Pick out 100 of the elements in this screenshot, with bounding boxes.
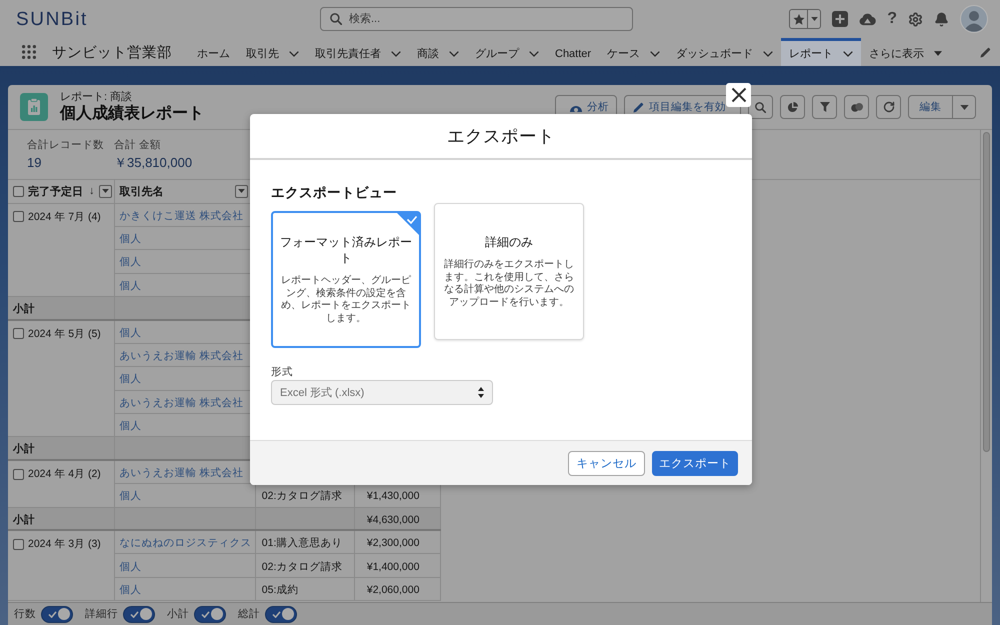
caret-down-icon <box>810 17 818 21</box>
edit-button[interactable]: 編集 <box>908 95 953 119</box>
group-label: 2024 年 3月 (3) <box>28 537 101 552</box>
settings-icon[interactable] <box>908 12 923 26</box>
nav-tab[interactable]: 取引先責任者 <box>307 38 409 66</box>
search-icon <box>330 13 342 25</box>
column-menu-button[interactable] <box>234 184 248 198</box>
checkbox[interactable] <box>13 186 24 197</box>
app-name: サンビット営業部 <box>52 44 172 62</box>
nav-tab[interactable]: レポート <box>781 38 862 66</box>
up-down-arrows-icon <box>478 387 484 398</box>
favorites-button[interactable] <box>789 9 808 29</box>
subtotal-label: 小計 <box>13 303 35 315</box>
toggle-switch[interactable] <box>194 606 226 622</box>
switch-knob <box>211 608 223 620</box>
search-icon <box>755 102 766 112</box>
checkbox[interactable] <box>13 538 24 550</box>
pie-chart-icon <box>787 102 798 112</box>
account-link[interactable]: 個人 <box>120 490 142 502</box>
account-link[interactable]: 個人 <box>120 233 142 246</box>
group-label: 2024 年 7月 (4) <box>28 210 101 224</box>
account-link[interactable]: 個人 <box>120 256 142 268</box>
column-menu-button[interactable] <box>98 184 112 198</box>
table-cell: 02:カタログ請求 <box>262 490 342 502</box>
account-link[interactable]: 個人 <box>120 280 142 292</box>
help-button[interactable]: ? <box>887 11 897 27</box>
caret-down-icon <box>934 51 942 56</box>
group-label: 2024 年 4月 (2) <box>28 467 101 482</box>
switch-knob <box>58 608 70 620</box>
amount-cell: ¥2,060,000 <box>366 584 420 596</box>
account-link[interactable]: 個人 <box>120 420 142 432</box>
cancel-button[interactable]: キャンセル <box>568 450 645 476</box>
favorites-menu-button[interactable] <box>807 9 822 29</box>
scrollbar-thumb[interactable] <box>983 132 990 452</box>
app-launcher-icon[interactable] <box>22 45 36 59</box>
star-icon <box>792 14 805 24</box>
toggle-switch[interactable] <box>41 606 73 622</box>
report-type-label: レポート: 商談 <box>60 90 134 104</box>
refresh-icon <box>882 101 894 113</box>
refresh-button[interactable] <box>876 95 901 119</box>
section-title: エクスポートビュー <box>271 184 398 201</box>
checkbox[interactable] <box>13 468 24 480</box>
account-link[interactable]: 個人 <box>120 584 142 596</box>
amount-cell: ¥1,430,000 <box>366 490 420 502</box>
switch-knob <box>140 608 152 620</box>
option-description: レポートヘッダー、グルーピング、検索条件の設定を含め、レポートをエクスポートします。 <box>280 275 412 325</box>
bell-icon[interactable] <box>934 12 949 26</box>
pencil-icon[interactable] <box>980 46 991 58</box>
logo: SUNBit <box>16 10 86 28</box>
filter-icon <box>820 102 830 112</box>
avatar-icon[interactable] <box>960 5 988 33</box>
checkbox[interactable] <box>13 211 24 222</box>
nav-tab[interactable]: ダッシュボード <box>668 38 782 66</box>
toggle-label: 小計 <box>167 607 189 621</box>
filter-button[interactable] <box>812 95 837 119</box>
check-icon <box>130 610 139 618</box>
nav-tab[interactable]: ケース <box>599 38 668 66</box>
nav-tab[interactable]: ホーム <box>189 38 238 66</box>
group-label: 2024 年 5月 (5) <box>28 326 101 341</box>
cloud-icon[interactable] <box>859 12 876 26</box>
plus-icon[interactable] <box>832 11 848 27</box>
close-icon <box>730 87 746 103</box>
export-button[interactable]: エクスポート <box>652 450 738 476</box>
account-link[interactable]: 個人 <box>120 373 142 386</box>
close-button[interactable] <box>726 83 751 107</box>
dialog-title: エクスポート <box>447 125 555 148</box>
nav-tab[interactable]: 取引先 <box>238 38 307 66</box>
nav-tab[interactable]: 商談 <box>409 38 467 66</box>
circles-button[interactable] <box>844 95 869 119</box>
amount-cell: ¥2,300,000 <box>366 537 420 550</box>
column-header[interactable]: 完了予定日 <box>28 184 83 199</box>
sort-indicator: ↓ <box>89 185 94 198</box>
nav-tab[interactable]: グループ <box>467 38 547 66</box>
check-icon <box>48 610 57 618</box>
toggle-label: 総計 <box>238 607 260 621</box>
account-link[interactable]: 個人 <box>120 560 142 573</box>
summary-value: 19 <box>27 155 42 171</box>
account-link[interactable]: 個人 <box>120 326 142 339</box>
export-option-card[interactable]: フォーマット済みレポート レポートヘッダー、グルーピング、検索条件の設定を含め、レポートをエクスポートします。 <box>271 211 421 348</box>
nav-tab[interactable]: Chatter <box>547 38 600 66</box>
summary-value: ￥35,810,000 <box>114 155 192 171</box>
option-title: フォーマット済みレポート <box>279 234 413 266</box>
search-button[interactable] <box>748 95 773 119</box>
more-nav-button[interactable]: さらに表示 <box>861 38 950 66</box>
export-option-card[interactable]: 詳細のみ 詳細行のみをエクスポートします。これを使用して、さらなる計算や他のシステムへのアップロードを行います。 <box>434 203 584 340</box>
pencil-icon <box>633 102 644 112</box>
circles-icon <box>850 102 862 112</box>
field-label: 形式 <box>271 366 294 379</box>
toggle-switch[interactable] <box>123 606 155 622</box>
search-field[interactable]: 検索... <box>320 7 633 31</box>
more-actions-button[interactable] <box>952 95 976 119</box>
checkbox[interactable] <box>13 328 24 340</box>
toggle-switch[interactable] <box>265 606 297 622</box>
subtotal-label: 小計 <box>13 443 35 456</box>
toggle-label: 行数 <box>14 607 36 621</box>
caret-down-icon <box>102 189 108 194</box>
report-clipboard-icon <box>20 93 48 121</box>
chart-button[interactable] <box>780 95 805 119</box>
subtotal-label: 小計 <box>13 514 35 526</box>
summary-label: 合計 金額 <box>114 139 162 152</box>
